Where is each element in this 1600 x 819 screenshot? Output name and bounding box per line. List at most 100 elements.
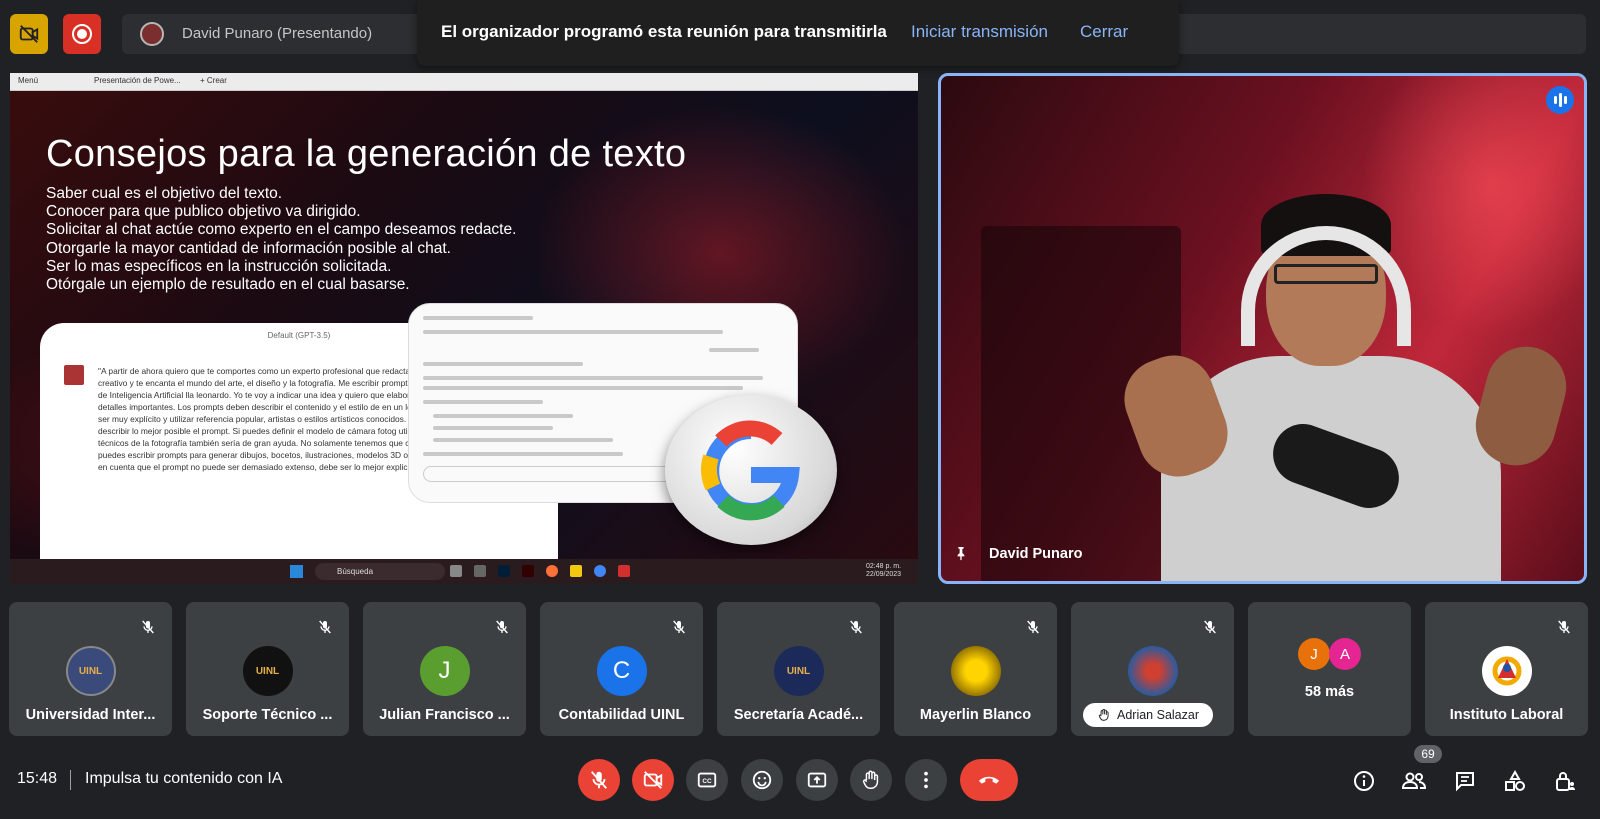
meeting-details-button[interactable] — [1351, 768, 1377, 794]
people-icon — [1401, 772, 1427, 789]
speaker-name: David Punaro — [989, 546, 1083, 562]
avatar — [64, 365, 84, 385]
captions-button[interactable]: CC — [686, 759, 728, 801]
mic-off-icon — [1558, 620, 1570, 634]
emoji-icon — [752, 770, 772, 790]
slide-bullet: Otorgarle la mayor cantidad de informaci… — [46, 239, 451, 257]
meeting-name: Impulsa tu contenido con IA — [85, 770, 283, 787]
participant-name: Julian Francisco ... — [379, 707, 510, 723]
mic-off-icon — [1027, 620, 1039, 634]
more-vert-icon — [924, 771, 928, 789]
firefox-icon — [546, 565, 558, 577]
acrobat-icon — [618, 565, 630, 577]
slide-bullets: Saber cual es el objetivo del texto. Con… — [46, 185, 516, 294]
no-video-icon — [19, 25, 39, 43]
start-broadcast-link[interactable]: Iniciar transmisión — [911, 22, 1048, 42]
banner-text: El organizador programó esta reunión par… — [441, 22, 887, 41]
avatar: J — [419, 646, 470, 696]
broadcast-banner: El organizador programó esta reunión par… — [417, 0, 1179, 66]
participant-tile[interactable]: J Julian Francisco ... — [363, 602, 526, 736]
glasses — [1274, 264, 1378, 284]
browser-bar: Menú Presentación de Powe... + Crear — [10, 73, 918, 91]
participant-tile[interactable]: UINL Soporte Técnico ... — [186, 602, 349, 736]
mic-off-icon — [673, 620, 685, 634]
leave-call-button[interactable] — [960, 759, 1018, 801]
divider — [70, 770, 71, 790]
reactions-button[interactable] — [741, 759, 783, 801]
raised-hand-icon — [1098, 708, 1109, 721]
avatar — [950, 646, 1001, 696]
windows-start-icon — [290, 565, 303, 578]
avatar: J — [1298, 638, 1330, 670]
hand-raised-chip: Adrian Salazar — [1083, 703, 1213, 727]
raise-hand-button[interactable] — [850, 759, 892, 801]
mic-off-icon — [142, 620, 154, 634]
slide-bullet: Conocer para que publico objetivo va dir… — [46, 203, 361, 221]
avatar: A — [1329, 638, 1361, 670]
taskbar-search: Búsqueda — [315, 563, 445, 580]
shared-screen: Menú Presentación de Powe... + Crear Con… — [10, 73, 918, 584]
participant-name: Mayerlin Blanco — [919, 707, 1032, 723]
participant-tile[interactable]: Adrian Salazar — [1071, 602, 1234, 736]
hang-up-icon — [978, 776, 1000, 784]
present-screen-icon — [807, 772, 827, 788]
mic-off-icon — [319, 620, 331, 634]
avatar: UINL — [65, 646, 116, 696]
taskbar-time: 02:48 p. m. — [866, 563, 902, 570]
avatar — [1481, 646, 1532, 696]
avatar — [1127, 646, 1178, 696]
svg-text:CC: CC — [702, 778, 712, 785]
slide-bullet: Otórgale un ejemplo de resultado en el c… — [46, 276, 410, 294]
participant-name: Soporte Técnico ... — [202, 707, 333, 723]
participant-name: Instituto Laboral — [1449, 707, 1564, 723]
avatar — [140, 22, 164, 46]
people-button[interactable] — [1401, 768, 1427, 794]
taskbar-date: 22/09/2023 — [866, 571, 902, 578]
toggle-mic-button[interactable] — [578, 759, 620, 801]
speaker-tile[interactable]: David Punaro — [938, 73, 1587, 584]
present-now-button[interactable] — [796, 759, 838, 801]
clock-time: 15:48 — [17, 770, 58, 787]
mic-off-icon — [496, 620, 508, 634]
record-icon — [72, 24, 92, 44]
avatar: UINL — [242, 646, 293, 696]
participant-tile[interactable]: UINL Secretaría Acadé... — [717, 602, 880, 736]
chat-icon — [1456, 772, 1474, 792]
mic-off-icon — [590, 771, 608, 789]
taskbar-clock: 02:48 p. m. 22/09/2023 — [866, 563, 901, 579]
participant-name: Contabilidad UINL — [558, 707, 685, 723]
participant-name: Adrian Salazar — [1117, 708, 1199, 722]
activities-button[interactable] — [1502, 768, 1528, 794]
slide-bullet: Ser lo mas específicos en la instrucción… — [46, 257, 392, 275]
illustrator-icon — [522, 565, 534, 577]
participant-tile[interactable]: Instituto Laboral — [1425, 602, 1588, 736]
raise-hand-icon — [862, 770, 879, 789]
participants-count-badge: 69 — [1414, 745, 1442, 763]
more-participants-label: 58 más — [1304, 684, 1355, 700]
chat-button[interactable] — [1452, 768, 1478, 794]
host-controls-button[interactable] — [1552, 768, 1578, 794]
toggle-camera-button[interactable] — [632, 759, 674, 801]
avatar: UINL — [773, 646, 824, 696]
camera-off-icon — [643, 771, 663, 789]
recording-button[interactable] — [63, 14, 101, 54]
more-options-button[interactable] — [905, 759, 947, 801]
more-participants-tile[interactable]: J A 58 más — [1248, 602, 1411, 736]
google-logo — [665, 395, 837, 545]
activities-icon — [1505, 769, 1525, 791]
participant-name: Secretaría Acadé... — [733, 707, 864, 723]
video-off-icon-button[interactable] — [10, 14, 48, 54]
chrome-icon — [594, 565, 606, 577]
participant-tile[interactable]: C Contabilidad UINL — [540, 602, 703, 736]
pin-icon[interactable] — [953, 544, 969, 562]
closed-captions-icon: CC — [697, 772, 717, 788]
taskbar-app-icon — [450, 565, 462, 577]
browser-new-tab: + Crear — [200, 76, 227, 85]
close-banner-link[interactable]: Cerrar — [1080, 22, 1128, 42]
browser-menu: Menú — [18, 76, 39, 85]
lock-person-icon — [1556, 772, 1575, 791]
slide-bullet: Saber cual es el objetivo del texto. — [46, 185, 283, 202]
participant-tile[interactable]: Mayerlin Blanco — [894, 602, 1057, 736]
participant-tile[interactable]: UINL Universidad Inter... — [9, 602, 172, 736]
windows-taskbar: Búsqueda 02:48 p. m. 22/09/2023 — [10, 559, 918, 584]
